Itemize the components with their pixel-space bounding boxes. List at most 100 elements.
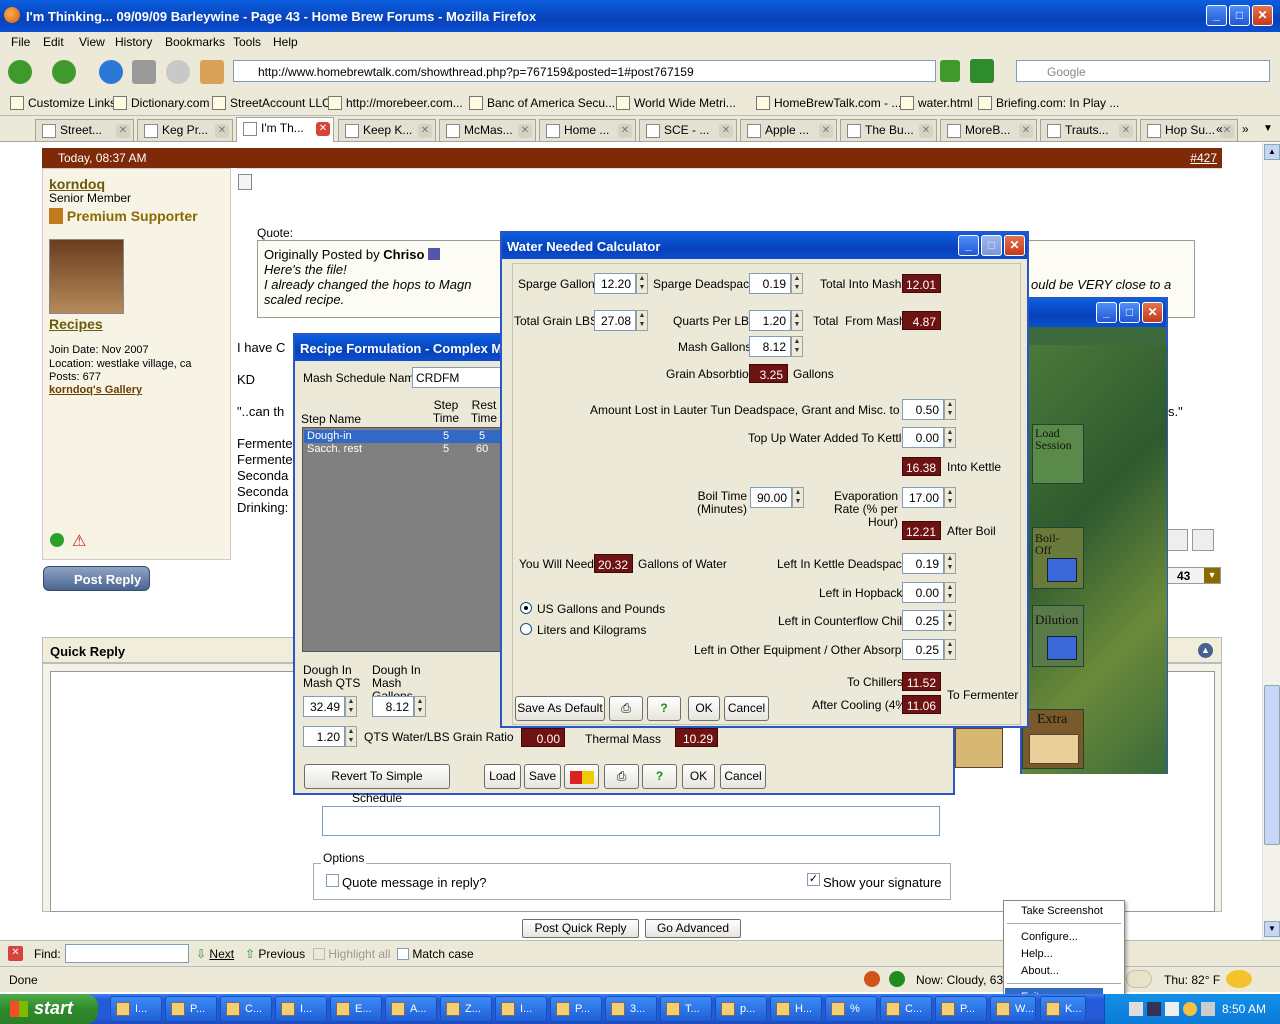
extension-icon[interactable] — [970, 59, 994, 83]
taskbar-item[interactable]: P... — [935, 996, 987, 1022]
minimize-button[interactable]: _ — [1206, 5, 1227, 26]
lauter-loss-spinner[interactable]: ▲ ▼ — [944, 399, 956, 420]
tabs-list-icon[interactable]: ▼ — [1263, 123, 1273, 134]
edit-icon[interactable] — [1192, 529, 1214, 551]
tab[interactable]: Street... ✕ — [35, 119, 134, 141]
menu-tools[interactable]: Tools — [233, 35, 261, 49]
find-previous[interactable]: ⇧ Previous — [245, 947, 305, 961]
print-icon[interactable] — [132, 60, 156, 84]
menu-edit[interactable]: Edit — [43, 35, 64, 49]
sparge-deadspace-spinner[interactable]: ▲ ▼ — [791, 273, 803, 294]
dilution-button[interactable]: Dilution — [1032, 605, 1084, 667]
highlight-all[interactable]: Highlight all — [313, 947, 390, 961]
scroll-up-icon[interactable]: ▲ — [1264, 144, 1280, 160]
back-icon[interactable] — [8, 60, 32, 84]
scroll-thumb[interactable] — [1264, 685, 1280, 845]
post-number[interactable]: #427 — [1190, 151, 1217, 165]
top-up-field[interactable]: 0.00 — [902, 427, 944, 448]
hopback-spinner[interactable]: ▲ ▼ — [944, 582, 956, 603]
menu-view[interactable]: View — [79, 35, 105, 49]
quarts-per-lbs-field[interactable]: 1.20 — [749, 310, 791, 331]
cancel-button[interactable]: Cancel — [720, 764, 766, 789]
taskbar-item[interactable]: K... — [1040, 996, 1086, 1022]
reload-icon[interactable] — [99, 60, 123, 84]
taskbar-item[interactable]: I... — [495, 996, 547, 1022]
menu-bookmarks[interactable]: Bookmarks — [165, 35, 225, 49]
tray-icon[interactable] — [1165, 1002, 1179, 1016]
tab[interactable]: Apple ... ✕ — [740, 119, 837, 141]
find-next[interactable]: ⇩ Next — [196, 947, 234, 961]
vertical-scrollbar[interactable]: ▲ ▼ — [1262, 143, 1280, 940]
mash-steps-list[interactable]: Dough-in 5 5 Sacch. rest 5 60 — [302, 427, 502, 652]
taskbar-item[interactable]: A... — [385, 996, 437, 1022]
taskbar-item[interactable]: H... — [770, 996, 822, 1022]
kettle-deadspace-field[interactable]: 0.19 — [902, 553, 944, 574]
bookmark-item[interactable]: http://morebeer.com... — [328, 96, 463, 110]
tray-icon[interactable] — [1129, 1002, 1143, 1016]
revert-button[interactable]: Revert To Simple Schedule — [304, 764, 450, 805]
save-as-default-button[interactable]: Save As Default — [515, 696, 605, 721]
gallery-link[interactable]: korndoq's Gallery — [49, 384, 142, 396]
kettle-deadspace-spinner[interactable]: ▲ ▼ — [944, 553, 956, 574]
tab[interactable]: Trauts... ✕ — [1040, 119, 1137, 141]
dough-gal-field[interactable]: 8.12 — [372, 696, 414, 717]
hopback-field[interactable]: 0.00 — [902, 582, 944, 603]
tabs-scroll-right-icon[interactable]: » — [1242, 122, 1249, 136]
help-button[interactable]: ? — [642, 764, 677, 789]
close-find-icon[interactable]: ✕ — [8, 946, 23, 961]
menu-item-take-screenshot[interactable]: Take Screenshot — [1021, 905, 1103, 917]
find-input[interactable] — [65, 944, 189, 963]
bookmark-item[interactable]: World Wide Metri... — [616, 96, 736, 110]
book-icon[interactable] — [955, 728, 1003, 768]
bookmark-item[interactable]: Customize Links — [10, 96, 116, 110]
load-button[interactable]: Load — [484, 764, 521, 789]
tabs-scroll-left-icon[interactable]: « — [1216, 122, 1223, 136]
help-button[interactable]: ? — [647, 696, 681, 721]
other-equipment-spinner[interactable]: ▲ ▼ — [944, 639, 956, 660]
menu-item-help[interactable]: Help... — [1021, 948, 1053, 960]
ratio-field[interactable]: 1.20 — [303, 726, 345, 747]
us-units-radio[interactable] — [520, 602, 532, 614]
close-button[interactable]: ✕ — [1004, 235, 1025, 256]
tray-icon[interactable] — [1147, 1002, 1161, 1016]
go-icon[interactable] — [940, 60, 960, 82]
taskbar-item[interactable]: I... — [275, 996, 327, 1022]
ok-button[interactable]: OK — [688, 696, 720, 721]
boil-off-button[interactable]: Boil- Off — [1032, 527, 1084, 589]
stop-icon[interactable] — [166, 60, 190, 84]
mash-gallons-spinner[interactable]: ▲ ▼ — [791, 336, 803, 357]
sparge-deadspace-field[interactable]: 0.19 — [749, 273, 791, 294]
taskbar-item[interactable]: P... — [550, 996, 602, 1022]
bookmark-item[interactable]: HomeBrewTalk.com - ... — [756, 96, 901, 110]
taskbar-item[interactable]: 3... — [605, 996, 657, 1022]
chart-button[interactable] — [564, 764, 599, 789]
load-session-button[interactable]: Load Session — [1032, 424, 1084, 484]
tab[interactable]: Hop Su... ✕ — [1140, 119, 1238, 141]
tab[interactable]: The Bu... ✕ — [840, 119, 937, 141]
tab[interactable]: SCE - ... ✕ — [639, 119, 737, 141]
taskbar-item[interactable]: % — [825, 996, 877, 1022]
post-quick-reply-button[interactable]: Post Quick Reply — [522, 919, 639, 938]
tab[interactable]: Home ... ✕ — [539, 119, 636, 141]
taskbar-item[interactable]: E... — [330, 996, 382, 1022]
sparge-gallons-field[interactable]: 12.20 — [594, 273, 636, 294]
minimize-button[interactable]: _ — [1096, 302, 1117, 323]
taskbar-item[interactable]: C... — [880, 996, 932, 1022]
bookmark-item[interactable]: Banc of America Secu... — [469, 96, 615, 110]
minimize-button[interactable]: _ — [958, 235, 979, 256]
table-row[interactable]: Dough-in 5 5 — [304, 430, 501, 443]
quote-message-checkbox[interactable] — [326, 874, 339, 887]
tab[interactable]: Keep K... ✕ — [338, 119, 436, 141]
taskbar-item[interactable]: T... — [660, 996, 712, 1022]
taskbar-item[interactable]: W... — [990, 996, 1036, 1022]
quarts-per-lbs-spinner[interactable]: ▲ ▼ — [791, 310, 803, 331]
table-row[interactable]: Sacch. rest 5 60 — [304, 443, 501, 456]
home-icon[interactable] — [200, 60, 224, 84]
sparge-gallons-spinner[interactable]: ▲ ▼ — [636, 273, 648, 294]
dough-gal-spinner[interactable]: ▲ ▼ — [414, 696, 426, 717]
url-bar[interactable]: http://www.homebrewtalk.com/showthread.p… — [233, 60, 936, 82]
scroll-down-icon[interactable]: ▼ — [1264, 921, 1280, 937]
other-equipment-field[interactable]: 0.25 — [902, 639, 944, 660]
bookmark-item[interactable]: Briefing.com: In Play ... — [978, 96, 1119, 110]
clock[interactable]: 8:50 AM — [1222, 1002, 1266, 1016]
